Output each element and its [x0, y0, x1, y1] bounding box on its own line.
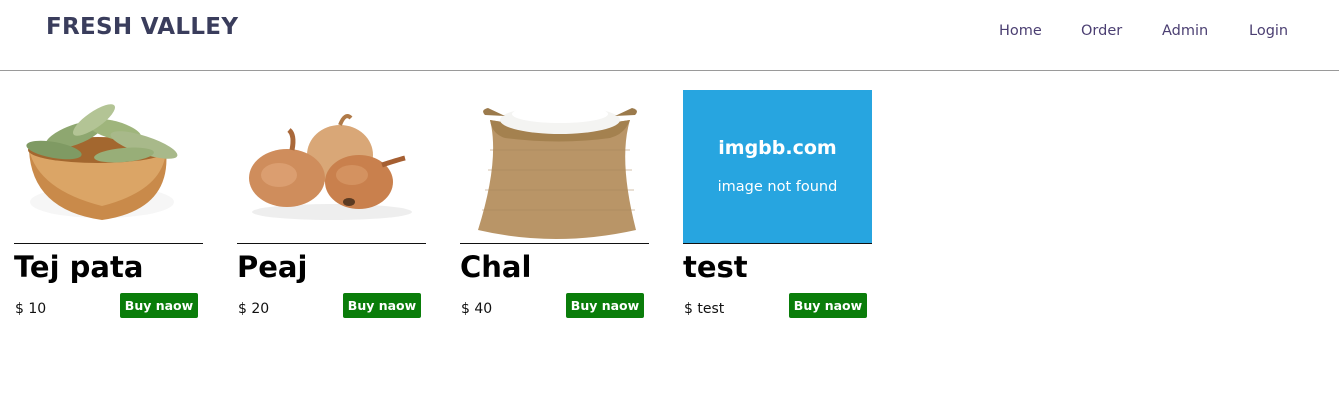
buy-button[interactable]: Buy naow	[120, 293, 198, 318]
nav-admin-link[interactable]: Admin	[1162, 23, 1208, 39]
brand-logo[interactable]: FRESH VALLEY	[46, 14, 238, 40]
nav-home-link[interactable]: Home	[999, 23, 1042, 39]
placeholder-message-text: image not found	[717, 179, 838, 195]
image-not-found-placeholder: imgbb.com image not found	[683, 90, 872, 244]
product-price: $ test	[684, 301, 725, 317]
product-price: $ 40	[461, 301, 493, 317]
buy-button[interactable]: Buy naow	[566, 293, 644, 318]
product-title: Chal	[460, 250, 532, 284]
product-title: Tej pata	[14, 250, 144, 284]
bay-leaves-bowl-image	[14, 90, 203, 244]
onions-image	[237, 90, 426, 244]
product-card: Tej pata $ 10 Buy naow	[14, 90, 203, 320]
product-title: Peaj	[237, 250, 308, 284]
card-divider	[460, 243, 649, 244]
product-price: $ 10	[15, 301, 47, 317]
rice-sack-image	[460, 90, 649, 244]
nav-order-link[interactable]: Order	[1081, 23, 1122, 39]
buy-button[interactable]: Buy naow	[343, 293, 421, 318]
buy-button[interactable]: Buy naow	[789, 293, 867, 318]
placeholder-image: imgbb.com image not found	[683, 90, 872, 244]
product-price: $ 20	[238, 301, 270, 317]
card-divider	[683, 243, 872, 244]
product-card: Peaj $ 20 Buy naow	[237, 90, 426, 320]
nav-login-link[interactable]: Login	[1249, 23, 1288, 39]
product-card: Chal $ 40 Buy naow	[460, 90, 649, 320]
placeholder-site-text: imgbb.com	[718, 137, 837, 159]
card-divider	[14, 243, 203, 244]
product-card: imgbb.com image not found test $ test Bu…	[683, 90, 872, 320]
product-title: test	[683, 250, 748, 284]
navbar: FRESH VALLEY Home Order Admin Login	[0, 0, 1339, 71]
product-grid: Tej pata $ 10 Buy naow Peaj $ 20 Buy nao…	[0, 71, 1339, 401]
card-divider	[237, 243, 426, 244]
